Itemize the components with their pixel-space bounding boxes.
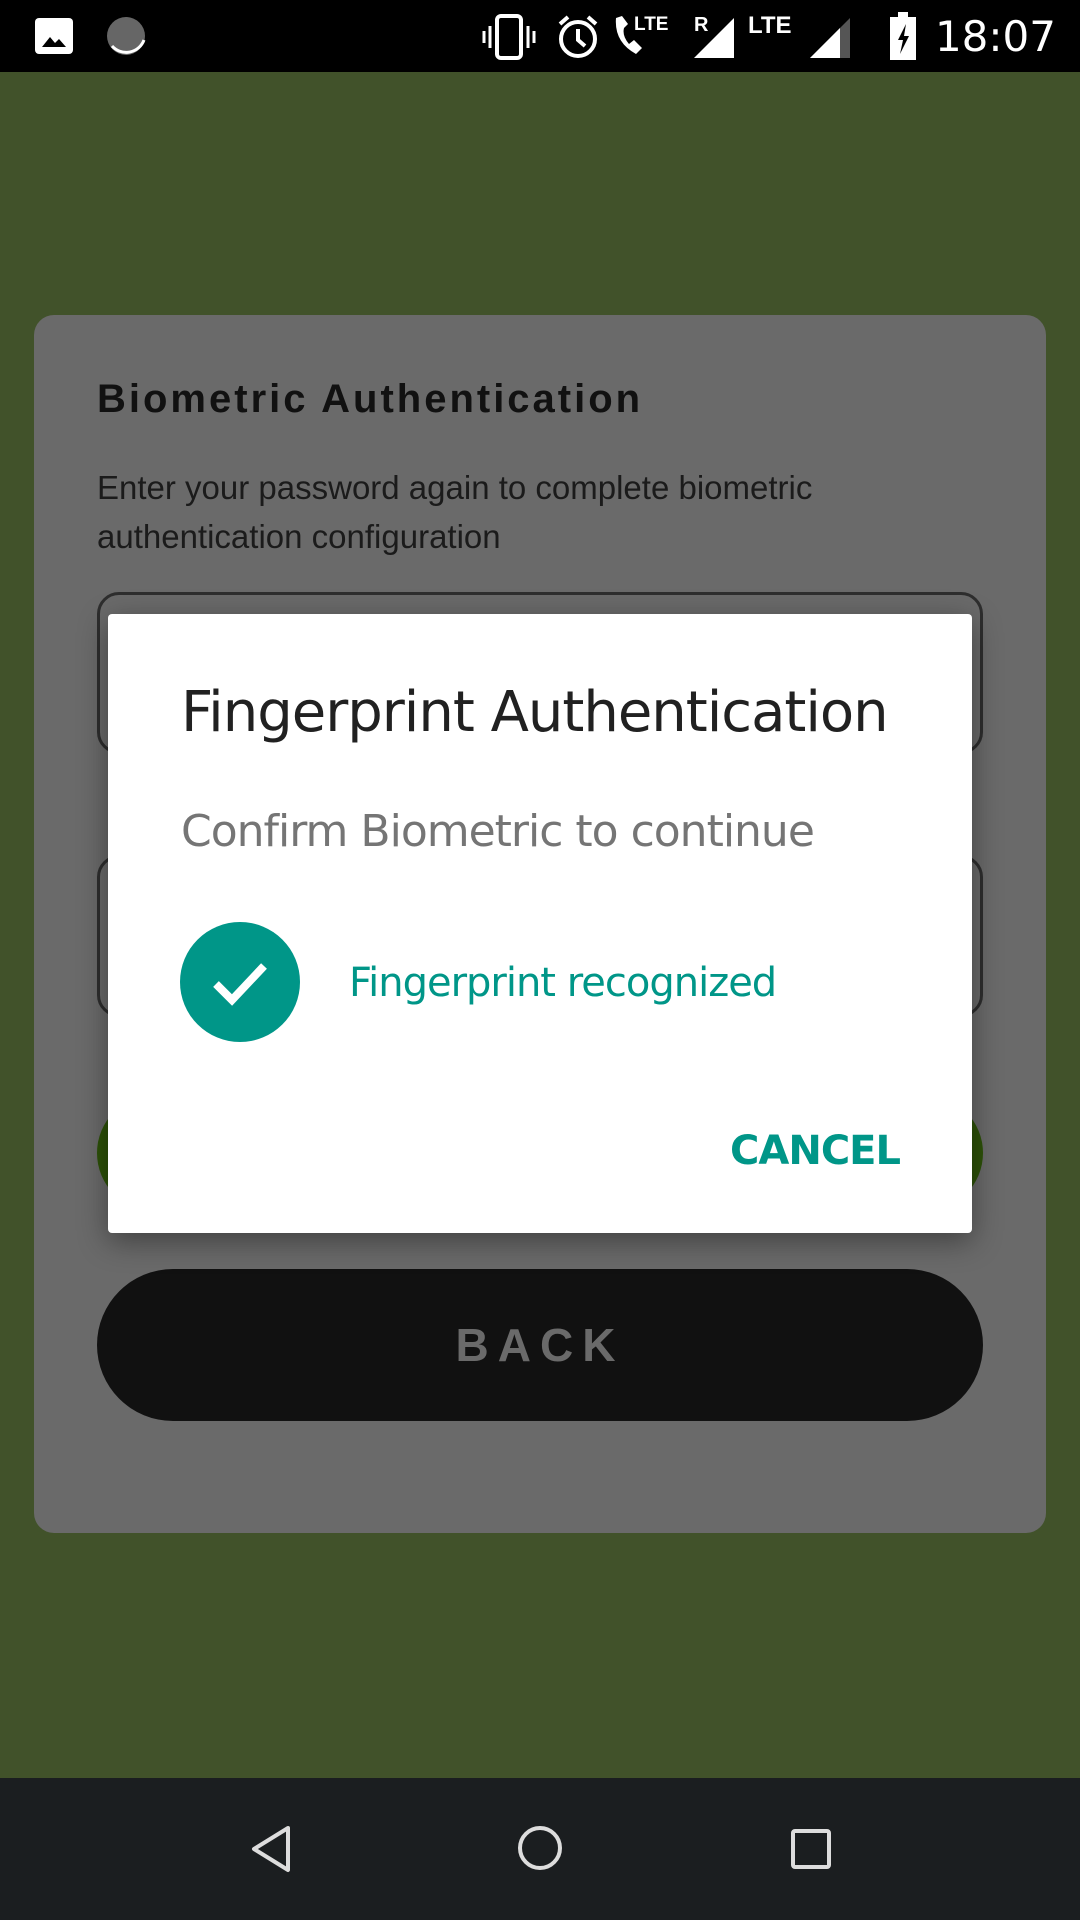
status-bar: LTE R LTE 18:07: [0, 0, 1080, 72]
dialog-subtitle: Confirm Biometric to continue: [181, 806, 815, 857]
lte-label: LTE: [748, 12, 792, 39]
vibrate-icon: [482, 14, 536, 60]
recents-icon[interactable]: [790, 1828, 832, 1870]
svg-text:LTE: LTE: [634, 14, 668, 35]
fingerprint-dialog: Fingerprint Authentication Confirm Biome…: [108, 614, 972, 1233]
navigation-bar: [0, 1778, 1080, 1920]
sync-icon: [107, 17, 146, 55]
card-description: Enter your password again to complete bi…: [97, 469, 813, 555]
alarm-icon: [558, 15, 598, 58]
back-button[interactable]: BACK: [97, 1269, 983, 1421]
battery-charging-icon: [890, 12, 916, 60]
checkmark-icon: [213, 963, 267, 1006]
back-icon[interactable]: [248, 1824, 294, 1874]
signal-icon: [810, 18, 850, 58]
dialog-title: Fingerprint Authentication: [181, 680, 889, 745]
volte-call-icon: LTE: [615, 14, 668, 54]
fingerprint-status-text: Fingerprint recognized: [349, 960, 777, 1006]
home-icon[interactable]: [516, 1824, 564, 1872]
cancel-button[interactable]: CANCEL: [730, 1128, 901, 1174]
signal-roaming-icon: [694, 18, 734, 58]
card-title: Biometric Authentication: [97, 377, 644, 421]
image-icon: [35, 18, 73, 54]
fingerprint-status-circle: [180, 922, 300, 1042]
clock: 18:07: [934, 12, 1056, 61]
